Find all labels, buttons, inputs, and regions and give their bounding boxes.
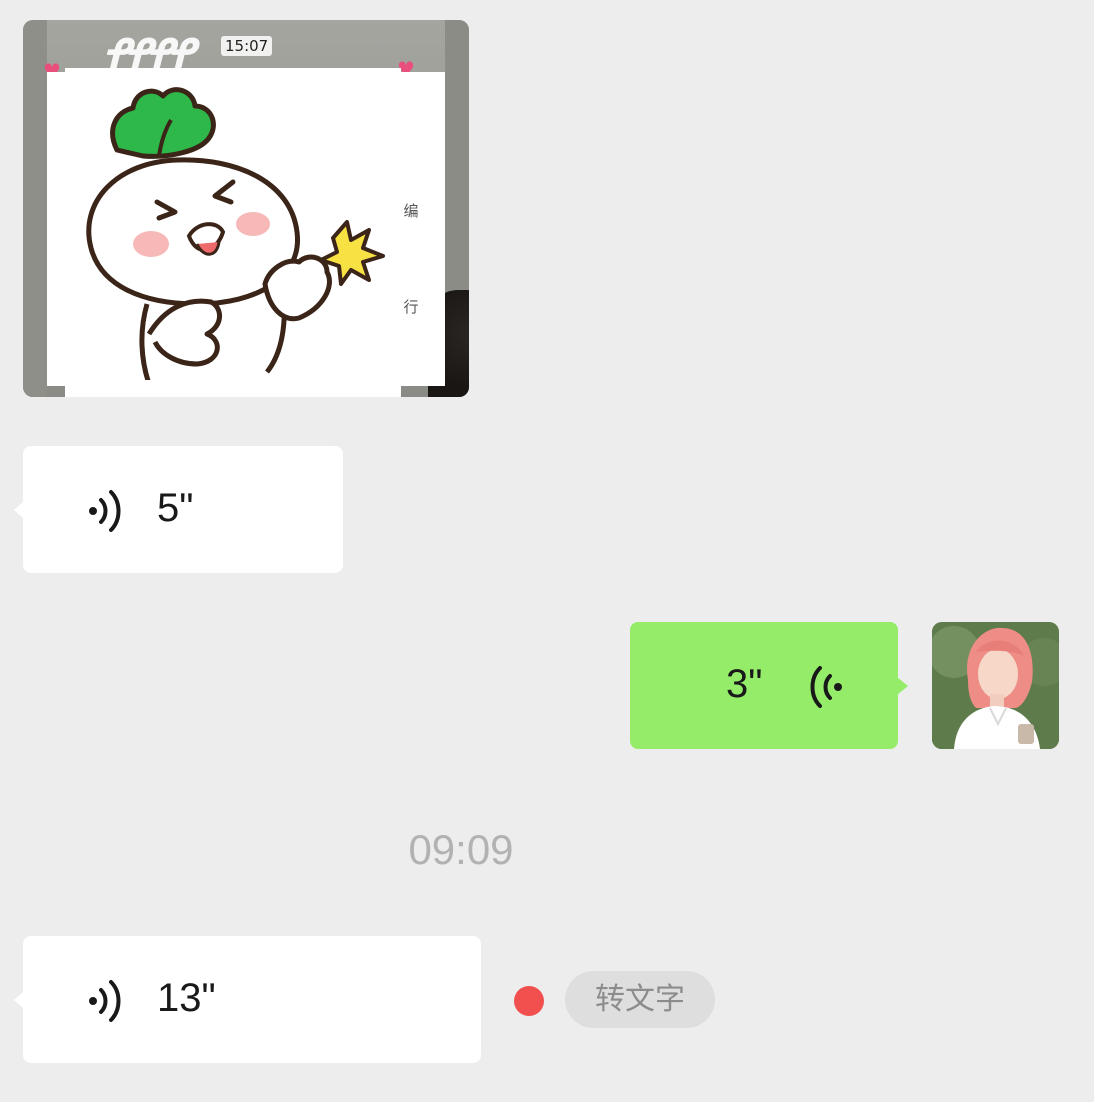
voice-wave-icon — [810, 666, 842, 708]
image-message[interactable]: ꝭꝭꝭꝭ ♥ ♥ 15:07 编 行 — [23, 20, 469, 397]
sticker-card-edge — [65, 68, 401, 76]
voice-duration: 13" — [157, 976, 216, 1020]
avatar-photo — [932, 622, 1059, 749]
voice-message-bubble[interactable]: 5" — [14, 446, 343, 573]
voice-message-bubble[interactable]: 13" — [14, 936, 481, 1063]
time-divider: 09:09 — [408, 826, 514, 873]
unread-dot-icon — [514, 986, 544, 1016]
voice-wave-icon — [89, 490, 121, 532]
voice-wave-icon — [89, 980, 121, 1022]
transcribe-button[interactable]: 转文字 — [565, 971, 715, 1028]
avatar[interactable] — [932, 622, 1059, 749]
sticker-card — [47, 72, 445, 386]
voice-message-bubble[interactable]: 3" — [630, 622, 908, 749]
radish-sticker — [86, 87, 385, 385]
sticker-card-edge — [65, 380, 401, 397]
voice-duration: 5" — [157, 486, 194, 530]
photo-side-text: 编 — [403, 202, 419, 220]
photo-timestamp: 15:07 — [221, 36, 273, 56]
photo-side-text: 行 — [403, 298, 419, 316]
voice-duration: 3" — [726, 662, 763, 706]
